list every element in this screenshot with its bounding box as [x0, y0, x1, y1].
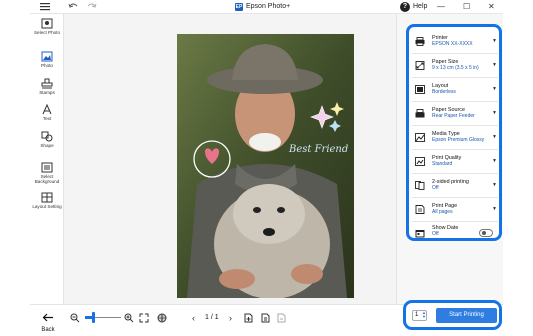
close-icon[interactable]: ✕ [488, 1, 495, 13]
tool-label: Shape [40, 143, 54, 148]
print-quality-icon [415, 157, 425, 166]
setting-value: Off [432, 231, 439, 237]
setting-printer[interactable]: Printer EPSON XX-XXXX ▼ [412, 30, 498, 54]
maximize-icon[interactable]: ☐ [463, 1, 470, 13]
printer-icon [415, 37, 425, 46]
tool-photo[interactable]: Photo [30, 51, 64, 68]
grid-icon[interactable] [157, 313, 167, 325]
setting-value: 9 x 13 cm (3.5 x 5 in) [432, 65, 479, 71]
setting-value: Standard [432, 161, 453, 167]
chevron-down-icon: ▼ [492, 38, 497, 44]
chevron-down-icon: ▼ [492, 86, 497, 92]
tool-label: Photo [40, 63, 53, 68]
duplicate-page-icon[interactable] [261, 313, 270, 325]
undo-icon[interactable] [68, 2, 78, 12]
zoom-in-icon[interactable] [124, 313, 134, 325]
print-settings-list: Printer EPSON XX-XXXX ▼ Paper Size 9 x 1… [406, 24, 502, 241]
two-sided-icon [415, 181, 425, 190]
media-type-icon [415, 133, 425, 142]
photo-image: Best Friend [177, 34, 354, 298]
delete-page-icon[interactable] [277, 313, 286, 325]
add-page-icon[interactable] [244, 313, 253, 325]
previous-page-icon[interactable]: ‹ [192, 313, 195, 323]
help-icon[interactable]: ? [400, 2, 410, 12]
shape-icon [41, 131, 53, 142]
menu-icon[interactable] [40, 2, 50, 12]
chevron-down-icon: ▼ [492, 110, 497, 116]
zoom-slider-handle[interactable] [92, 312, 95, 323]
print-page-icon [415, 205, 425, 214]
help-label[interactable]: Help [413, 2, 427, 12]
setting-print-page[interactable]: Print Page All pages ▼ [412, 198, 498, 222]
tool-select-photo[interactable]: Select Photo [30, 18, 64, 35]
canvas-area: Best Friend [64, 14, 396, 304]
paper-source-icon [415, 109, 425, 118]
screen: EP Epson Photo+ ? Help — ☐ ✕ Select Phot… [0, 0, 533, 336]
fit-to-screen-icon[interactable] [139, 313, 149, 325]
chevron-down-icon: ▼ [492, 62, 497, 68]
photo-icon [41, 51, 53, 62]
tool-text[interactable]: Text [30, 104, 64, 121]
chevron-down-icon: ▼ [492, 182, 497, 188]
setting-paper-size[interactable]: Paper Size 9 x 13 cm (3.5 x 5 in) ▼ [412, 54, 498, 78]
setting-value: Borderless [432, 89, 456, 95]
copies-spinner-icon[interactable]: ▲ ▼ [422, 311, 426, 319]
tool-label: Select Photo [33, 30, 61, 35]
tool-label: Stamps [39, 90, 55, 95]
zoom-out-icon[interactable] [70, 313, 80, 325]
setting-media-type[interactable]: Media Type Epson Premium Glossy ▼ [412, 126, 498, 150]
layout-icon [41, 192, 53, 203]
tool-label: Text [42, 116, 52, 121]
show-date-toggle[interactable] [479, 229, 493, 237]
minimize-icon[interactable]: — [437, 1, 445, 13]
app-logo-icon: EP [235, 3, 243, 11]
photo-caption: Best Friend [288, 144, 348, 155]
setting-value: All pages [432, 209, 453, 215]
select-photo-icon [41, 18, 53, 29]
toggle-knob [482, 231, 486, 235]
paper-size-icon [415, 61, 425, 70]
back-button[interactable]: Back [34, 309, 62, 334]
layout-icon [415, 85, 425, 94]
back-label: Back [41, 327, 55, 333]
setting-layout[interactable]: Layout Borderless ▼ [412, 78, 498, 102]
title-bar: EP Epson Photo+ ? Help — ☐ ✕ [30, 0, 503, 14]
background-icon [41, 162, 53, 173]
tool-stamps[interactable]: Stamps [30, 78, 64, 95]
print-action-group: 1 ▲ ▼ Start Printing [403, 300, 502, 330]
tool-layout-setting[interactable]: Layout Setting [30, 192, 64, 209]
page-indicator: 1 / 1 [205, 314, 219, 321]
setting-value: Epson Premium Glossy [432, 137, 485, 143]
redo-icon[interactable] [87, 2, 97, 12]
tool-label: Select Background [34, 174, 60, 184]
setting-show-date: Show Date Off [412, 222, 498, 246]
photo-canvas[interactable]: Best Friend [177, 34, 354, 298]
left-toolbar: Select Photo Photo Stamps Text Shape Sel… [30, 14, 64, 304]
chevron-down-icon: ▼ [492, 206, 497, 212]
setting-value: Off [432, 185, 439, 191]
tool-label: Layout Setting [32, 204, 62, 209]
tool-shape[interactable]: Shape [30, 131, 64, 148]
back-arrow-icon [42, 313, 53, 322]
setting-paper-source[interactable]: Paper Source Rear Paper Feeder ▼ [412, 102, 498, 126]
setting-print-quality[interactable]: Print Quality Standard ▼ [412, 150, 498, 174]
tool-select-background[interactable]: Select Background [30, 162, 64, 184]
chevron-down-icon: ▼ [492, 134, 497, 140]
setting-value: EPSON XX-XXXX [432, 41, 473, 47]
start-printing-button[interactable]: Start Printing [436, 308, 497, 323]
setting-two-sided-printing[interactable]: 2-sided printing Off ▼ [412, 174, 498, 198]
chevron-down-icon: ▼ [492, 158, 497, 164]
next-page-icon[interactable]: › [229, 313, 232, 323]
setting-value: Rear Paper Feeder [432, 113, 475, 119]
text-icon [42, 104, 52, 115]
stamp-icon [41, 78, 53, 89]
show-date-icon [415, 230, 425, 238]
window-title: Epson Photo+ [246, 3, 291, 10]
